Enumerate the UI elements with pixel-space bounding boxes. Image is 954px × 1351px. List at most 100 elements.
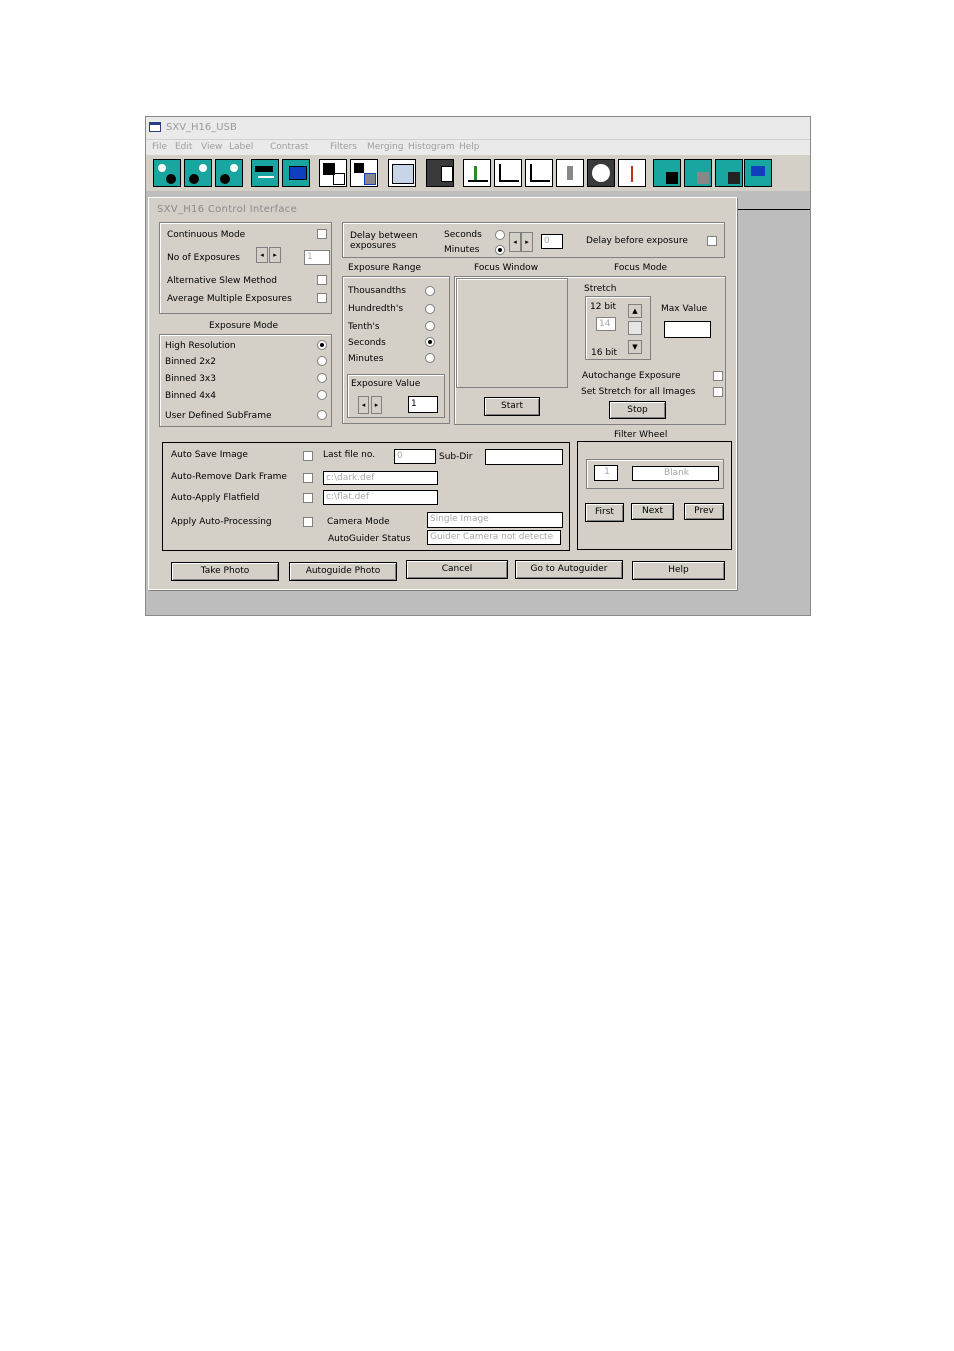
- stretch-down-button[interactable]: ▼: [628, 340, 642, 354]
- circle-mask-icon[interactable]: [587, 159, 615, 187]
- menu-bar: File Edit View Label Contrast Filters Me…: [146, 139, 810, 156]
- exposure-value-input[interactable]: 1: [408, 396, 438, 413]
- flat-file-input[interactable]: c:\flat.def: [323, 490, 438, 505]
- menu-filters[interactable]: Filters: [330, 142, 357, 152]
- continuous-mode-label: Continuous Mode: [167, 230, 246, 240]
- autoguider-status-field: Guider Camera not detecte: [427, 530, 561, 545]
- stretch-scrollbar-thumb[interactable]: [628, 321, 642, 335]
- menu-histogram[interactable]: Histogram: [408, 142, 455, 152]
- curve-icon[interactable]: [494, 159, 522, 187]
- mode-user-subframe-radio[interactable]: [317, 410, 327, 420]
- menu-label[interactable]: Label: [229, 142, 253, 152]
- camera-mode-field: Single Image: [427, 512, 563, 528]
- camera-mode-label: Camera Mode: [327, 517, 390, 527]
- auto-remove-dark-checkbox[interactable]: [303, 473, 313, 483]
- delay-minutes-radio[interactable]: [495, 245, 505, 255]
- delay-seconds-radio[interactable]: [495, 230, 505, 240]
- delay-before-checkbox[interactable]: [707, 236, 717, 246]
- camera-binned-icon[interactable]: [184, 159, 212, 187]
- exposure-value-decrement-button[interactable]: ◂: [358, 396, 369, 414]
- range-tenths-radio[interactable]: [425, 321, 435, 331]
- exposures-increment-button[interactable]: ▸: [269, 247, 281, 263]
- range-thousandths-radio[interactable]: [425, 286, 435, 296]
- set-stretch-all-label: Set Stretch for all Images: [581, 387, 696, 397]
- filter-wheel-group: [577, 441, 732, 550]
- focus-start-button[interactable]: Start: [484, 397, 540, 416]
- menu-file[interactable]: File: [152, 142, 167, 152]
- cancel-button[interactable]: Cancel: [406, 560, 508, 579]
- mode-binned-2x2-radio[interactable]: [317, 356, 327, 366]
- avg-multiple-checkbox[interactable]: [317, 293, 327, 303]
- take-photo-button[interactable]: Take Photo: [171, 562, 279, 581]
- filter-next-button[interactable]: Next: [631, 503, 674, 520]
- autoguide-photo-button[interactable]: Autoguide Photo: [289, 562, 397, 581]
- image-move-icon[interactable]: [350, 159, 378, 187]
- filter-gray-icon[interactable]: [684, 159, 712, 187]
- set-stretch-all-checkbox[interactable]: [713, 387, 723, 397]
- mode-high-resolution-radio[interactable]: [317, 340, 327, 350]
- range-hundredths-label: Hundredth's: [348, 304, 404, 314]
- star-field-icon[interactable]: [426, 159, 454, 187]
- range-minutes-radio[interactable]: [425, 353, 435, 363]
- max-value-label: Max Value: [661, 304, 708, 314]
- dark-file-input[interactable]: c:\dark.def: [323, 471, 438, 485]
- histogram-icon[interactable]: [463, 159, 491, 187]
- filter-prev-button[interactable]: Prev: [684, 503, 724, 520]
- auto-remove-dark-label: Auto-Remove Dark Frame: [171, 472, 287, 482]
- stretch-value-input[interactable]: 14: [596, 317, 616, 331]
- delay-decrement-button[interactable]: ◂: [509, 232, 521, 252]
- range-seconds-label: Seconds: [348, 338, 386, 348]
- delay-value-input[interactable]: 0: [541, 234, 563, 249]
- auto-save-checkbox[interactable]: [303, 451, 313, 461]
- stretch-label: Stretch: [584, 284, 617, 294]
- mode-high-resolution-label: High Resolution: [165, 341, 236, 351]
- stretch-12bit-label: 12 bit: [590, 302, 617, 312]
- exposure-value-increment-button[interactable]: ▸: [371, 396, 382, 414]
- camera-subframe-icon[interactable]: [215, 159, 243, 187]
- range-seconds-radio[interactable]: [425, 337, 435, 347]
- image-crop-icon[interactable]: [319, 159, 347, 187]
- filter-merge-icon[interactable]: [715, 159, 743, 187]
- camera-download-icon[interactable]: [153, 159, 181, 187]
- menu-contrast[interactable]: Contrast: [270, 142, 308, 152]
- text-window-icon[interactable]: [388, 159, 416, 187]
- continuous-mode-checkbox[interactable]: [317, 229, 327, 239]
- color-histogram-icon[interactable]: [618, 159, 646, 187]
- focus-stop-button[interactable]: Stop: [609, 401, 666, 419]
- delay-minutes-label: Minutes: [444, 245, 480, 255]
- delay-increment-button[interactable]: ▸: [521, 232, 533, 252]
- last-file-no-label: Last file no.: [323, 450, 376, 460]
- telescope-icon[interactable]: [251, 159, 279, 187]
- mode-binned-3x3-radio[interactable]: [317, 373, 327, 383]
- alt-slew-label: Alternative Slew Method: [167, 276, 277, 286]
- go-to-autoguider-button[interactable]: Go to Autoguider: [515, 560, 623, 579]
- menu-edit[interactable]: Edit: [175, 142, 192, 152]
- menu-help[interactable]: Help: [459, 142, 480, 152]
- last-file-no-input[interactable]: 0: [394, 449, 436, 464]
- filter-first-button[interactable]: First: [585, 503, 624, 522]
- focus-window-preview[interactable]: [456, 278, 568, 388]
- telescope-blue-icon[interactable]: [744, 159, 772, 187]
- autochange-exposure-checkbox[interactable]: [713, 371, 723, 381]
- apply-auto-processing-checkbox[interactable]: [303, 517, 313, 527]
- max-value-input[interactable]: [664, 321, 711, 338]
- computer-icon[interactable]: [282, 159, 310, 187]
- auto-apply-flat-checkbox[interactable]: [303, 493, 313, 503]
- peak-histogram-icon[interactable]: [556, 159, 584, 187]
- exposures-decrement-button[interactable]: ◂: [256, 247, 268, 263]
- no-of-exposures-input[interactable]: 1: [304, 250, 330, 265]
- mode-binned-4x4-radio[interactable]: [317, 390, 327, 400]
- filter-black-icon[interactable]: [653, 159, 681, 187]
- menu-merging[interactable]: Merging: [367, 142, 403, 152]
- stretch-up-button[interactable]: ▲: [628, 304, 642, 318]
- stretch-16bit-label: 16 bit: [591, 348, 618, 358]
- help-button[interactable]: Help: [632, 561, 725, 580]
- linear-curve-icon[interactable]: [525, 159, 553, 187]
- window-title: SXV_H16_USB: [166, 122, 237, 133]
- menu-view[interactable]: View: [201, 142, 222, 152]
- delay-between-label: Delay between exposures: [350, 231, 418, 251]
- range-hundredths-radio[interactable]: [425, 304, 435, 314]
- auto-apply-flat-label: Auto-Apply Flatfield: [171, 493, 260, 503]
- sub-dir-input[interactable]: [485, 449, 563, 465]
- alt-slew-checkbox[interactable]: [317, 275, 327, 285]
